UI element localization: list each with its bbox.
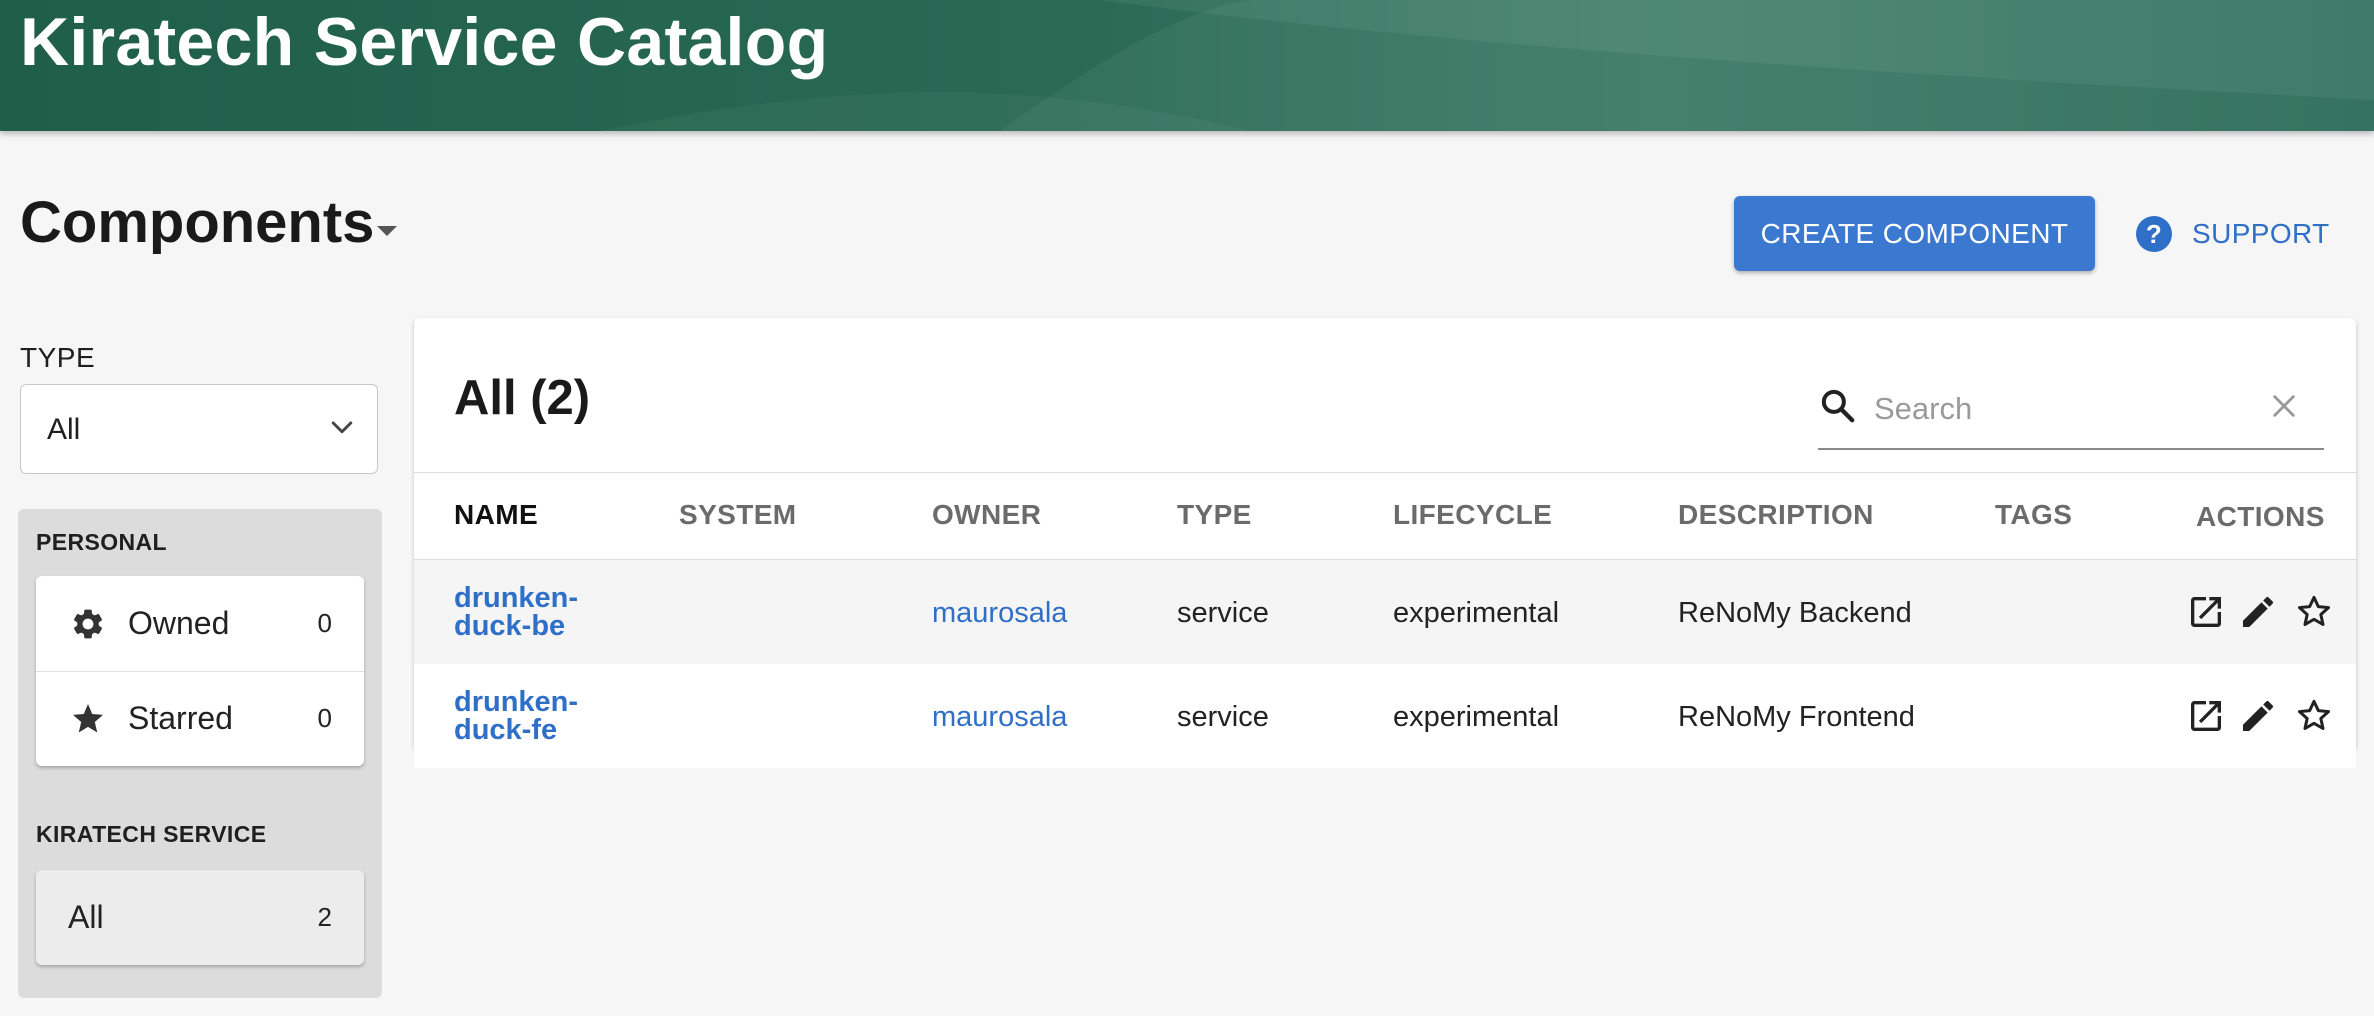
search-input[interactable] xyxy=(1872,386,2256,432)
create-component-button[interactable]: CREATE COMPONENT xyxy=(1734,196,2095,271)
star-outline-icon[interactable] xyxy=(2294,592,2334,632)
column-header-actions: ACTIONS xyxy=(2196,501,2325,532)
type-select[interactable]: All xyxy=(20,384,378,474)
filter-item-owned-count: 0 xyxy=(317,608,332,638)
app-title: Kiratech Service Catalog xyxy=(20,4,829,80)
open-external-icon[interactable] xyxy=(2186,592,2226,632)
filter-item-starred-label: Starred xyxy=(128,700,233,736)
type-select-value: All xyxy=(47,413,81,446)
component-name-line2: duck-fe xyxy=(454,714,558,746)
cell-lifecycle: experimental xyxy=(1393,597,1560,629)
help-icon: ? xyxy=(2136,216,2172,252)
cell-type: service xyxy=(1177,701,1269,733)
personal-group-label: PERSONAL xyxy=(36,529,167,555)
table-row: drunken- duck-be maurosala service exper… xyxy=(414,560,2356,664)
filter-item-all-count: 2 xyxy=(317,902,332,932)
column-header-tags[interactable]: TAGS xyxy=(1995,499,2072,531)
component-name-line2: duck-be xyxy=(454,610,566,642)
filter-item-starred[interactable]: Starred 0 xyxy=(36,671,364,766)
component-name-link[interactable]: drunken- duck-fe xyxy=(454,688,624,746)
table-row: drunken- duck-fe maurosala service exper… xyxy=(414,664,2356,768)
support-button[interactable]: ? SUPPORT xyxy=(2136,206,2330,262)
table-title: All (2) xyxy=(454,371,591,425)
cell-description: ReNoMy Frontend xyxy=(1678,701,1915,733)
column-header-description[interactable]: DESCRIPTION xyxy=(1678,499,1874,531)
owner-link[interactable]: maurosala xyxy=(932,701,1067,734)
app-header: Kiratech Service Catalog xyxy=(0,0,2374,131)
star-outline-icon[interactable] xyxy=(2294,696,2334,736)
component-name-link[interactable]: drunken- duck-be xyxy=(454,584,624,642)
column-header-owner[interactable]: OWNER xyxy=(932,499,1041,531)
filter-item-owned-label: Owned xyxy=(128,605,230,641)
column-header-lifecycle[interactable]: LIFECYCLE xyxy=(1393,499,1552,531)
caret-down-icon[interactable] xyxy=(377,226,397,236)
clear-search-icon[interactable] xyxy=(2270,392,2298,420)
filter-item-starred-count: 0 xyxy=(317,703,332,733)
filter-item-all-label: All xyxy=(68,899,104,935)
open-external-icon[interactable] xyxy=(2186,696,2226,736)
components-table-card: All (2) NAME SYSTEM OWNER TYPE LIFECYCLE… xyxy=(414,318,2356,768)
column-header-name[interactable]: NAME xyxy=(454,499,538,531)
edit-icon[interactable] xyxy=(2238,592,2278,632)
owner-link[interactable]: maurosala xyxy=(932,597,1067,630)
user-filter-panel: PERSONAL Owned 0 Starred 0 KIRATECH SERV… xyxy=(18,509,382,998)
cell-description: ReNoMy Backend xyxy=(1678,597,1912,629)
search-field[interactable] xyxy=(1818,370,2324,450)
filter-item-all[interactable]: All 2 xyxy=(36,870,364,965)
cell-type: service xyxy=(1177,597,1269,629)
column-header-system[interactable]: SYSTEM xyxy=(679,499,797,531)
star-icon xyxy=(73,703,103,732)
search-icon xyxy=(1821,389,1855,423)
page-title[interactable]: Components xyxy=(20,188,374,258)
edit-icon[interactable] xyxy=(2238,696,2278,736)
type-filter-label: TYPE xyxy=(20,342,96,373)
chevron-down-icon xyxy=(331,421,353,434)
column-header-type[interactable]: TYPE xyxy=(1177,499,1252,531)
cell-lifecycle: experimental xyxy=(1393,701,1560,733)
table-header: NAME SYSTEM OWNER TYPE LIFECYCLE DESCRIP… xyxy=(414,472,2356,560)
personal-filter-card: Owned 0 Starred 0 xyxy=(36,576,364,766)
support-label: SUPPORT xyxy=(2192,218,2330,249)
kiratech-service-group-label: KIRATECH SERVICE xyxy=(36,821,267,847)
filter-item-owned[interactable]: Owned 0 xyxy=(36,576,364,671)
gear-icon xyxy=(73,609,103,638)
service-filter-card: All 2 xyxy=(36,870,364,965)
